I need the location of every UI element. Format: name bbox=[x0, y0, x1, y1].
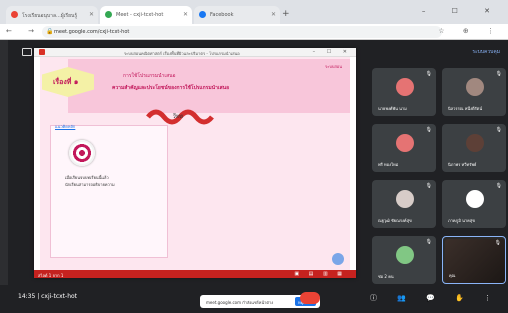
participant-tile[interactable]: 🎙 ภาคภูมิ นาคสุข bbox=[442, 180, 506, 228]
avatar bbox=[396, 190, 414, 208]
hang-up-button[interactable] bbox=[300, 292, 320, 304]
slide-next-button[interactable] bbox=[332, 253, 344, 265]
mic-off-icon: 🎙 bbox=[495, 183, 502, 189]
browser-tab-2[interactable]: Meet - cxji-tcxt-hot ✕ bbox=[100, 6, 192, 24]
participant-tile[interactable]: 🎙 นิลวรรณ หนึ่งดีรัตน์ bbox=[442, 68, 506, 116]
card-line: เมื่อเรียนจบบทเรียนนี้แล้ว bbox=[65, 175, 109, 180]
participant-tile[interactable]: 🎙 ณฐวุฒิ ชัยณรงค์สุข bbox=[372, 180, 436, 228]
mic-off-icon: 🎙 bbox=[425, 127, 432, 133]
mic-off-icon: 🎙 bbox=[495, 127, 502, 133]
meet-control-bar: 14:35 | cxji-tcxt-hot meet.google.com กำ… bbox=[0, 285, 508, 313]
presentation-titlebar: ระบบสอนคณิตศาสตร์ เรื่องพื้นที่ผิวและปริ… bbox=[34, 48, 356, 57]
participant-name: ช่อ 2 คน bbox=[378, 274, 394, 279]
browser-toolbar: ← → ↻ 🔒 meet.google.com/cxji-tcxt-hot ☆ … bbox=[0, 24, 508, 40]
participant-name: นิภาพร ทวีทรัพย์ bbox=[448, 162, 477, 167]
tab-label: Meet - cxji-tcxt-hot bbox=[116, 12, 164, 18]
shared-presentation-window: ระบบสอนคณิตศาสตร์ เรื่องพื้นที่ผิวและปริ… bbox=[34, 48, 356, 278]
slide-subheading: ความสำคัญและประโยชน์ของการใช้โปรแกรมนำเส… bbox=[112, 85, 230, 91]
participant-name: นายพงศ์พัน นาม bbox=[378, 106, 407, 111]
mic-off-icon: 🎙 bbox=[425, 239, 432, 245]
tab-favicon-icon bbox=[11, 11, 18, 18]
participant-name: นิลวรรณ หนึ่งดีรัตน์ bbox=[448, 106, 483, 111]
slide-canvas: เรื่องที่ ๑ การใช้โปรแกรมนำเสนอ ความสำคั… bbox=[40, 57, 350, 271]
participant-name: ภาคภูมิ นาคสุข bbox=[448, 218, 475, 223]
tab-label: โรงเรียนอนุบาล...ผู้เรียนรู้ bbox=[22, 13, 78, 19]
participant-tile[interactable]: 🎙 ช่อ 2 คน bbox=[372, 236, 436, 284]
slide-brand: ระบบสอน bbox=[325, 64, 342, 69]
avatar bbox=[396, 246, 414, 264]
slide-status: สไลด์ 1 จาก 1 bbox=[38, 273, 64, 278]
avatar bbox=[396, 134, 414, 152]
tab-label: Facebook bbox=[210, 12, 234, 18]
card-line: นักเรียนสามารถอธิบายความ bbox=[65, 182, 115, 187]
participant-name: ณฐวุฒิ ชัยณรงค์สุข bbox=[378, 218, 412, 223]
card-header: แนวคิดหลัก bbox=[55, 124, 76, 129]
meet-favicon-icon bbox=[105, 11, 112, 18]
close-icon[interactable]: ✕ bbox=[89, 11, 94, 18]
meeting-side-icons[interactable]: ⓘ 👥 💬 ✋ ⋮ bbox=[370, 293, 500, 303]
facebook-favicon-icon bbox=[199, 11, 206, 18]
meeting-info: 14:35 | cxji-tcxt-hot bbox=[18, 293, 78, 300]
meeting-control-link[interactable]: ระบบควบคุม bbox=[472, 48, 500, 56]
presentation-window-controls[interactable]: – ☐ ✕ bbox=[313, 49, 352, 55]
app-logo-icon bbox=[39, 49, 45, 55]
browser-tab-1[interactable]: โรงเรียนอนุบาล...ผู้เรียนรู้ ✕ bbox=[6, 6, 98, 24]
objective-card: แนวคิดหลัก เมื่อเรียนจบบทเรียนนี้แล้ว นั… bbox=[50, 124, 168, 258]
browser-tabbar: โรงเรียนอนุบาล...ผู้เรียนรู้ ✕ Meet - cx… bbox=[0, 0, 508, 24]
participant-name: คุณ bbox=[449, 273, 456, 278]
view-mode-icons[interactable]: ▣ ▤ ▥ ▦ bbox=[294, 271, 346, 277]
target-icon bbox=[69, 140, 95, 166]
participant-tile[interactable]: 🎙 นิภาพร ทวีทรัพย์ bbox=[442, 124, 506, 172]
new-tab-button[interactable]: + bbox=[282, 9, 290, 19]
presentation-window-title: ระบบสอนคณิตศาสตร์ เรื่องพื้นที่ผิวและปริ… bbox=[124, 51, 240, 56]
toolbar-icons[interactable]: ☆ ⊕ ⋮ bbox=[438, 27, 502, 35]
lock-icon: 🔒 bbox=[46, 28, 54, 35]
avatar bbox=[396, 78, 414, 96]
close-icon[interactable]: ✕ bbox=[271, 11, 276, 18]
presentation-statusbar: สไลด์ 1 จาก 1 ▣ ▤ ▥ ▦ bbox=[34, 270, 356, 278]
address-bar[interactable]: 🔒 meet.google.com/cxji-tcxt-hot bbox=[42, 26, 442, 38]
mic-off-icon: 🎙 bbox=[495, 71, 502, 77]
window-controls[interactable]: – ☐ ✕ bbox=[422, 7, 502, 15]
avatar bbox=[466, 134, 484, 152]
url-text: meet.google.com/cxji-tcxt-hot bbox=[54, 29, 130, 35]
present-icon[interactable] bbox=[22, 48, 32, 56]
ribbon-word: วิทย bbox=[172, 113, 183, 120]
mic-icon: 🎙 bbox=[494, 240, 501, 246]
close-icon[interactable]: ✕ bbox=[183, 11, 188, 18]
mic-off-icon: 🎙 bbox=[425, 71, 432, 77]
participant-tile[interactable]: 🎙 นายพงศ์พัน นาม bbox=[372, 68, 436, 116]
avatar bbox=[466, 190, 484, 208]
browser-tab-3[interactable]: Facebook ✕ bbox=[194, 6, 280, 24]
app-frame: โรงเรียนอนุบาล...ผู้เรียนรู้ ✕ Meet - cx… bbox=[0, 0, 508, 313]
left-edge-strip bbox=[0, 40, 8, 290]
slide-heading: การใช้โปรแกรมนำเสนอ bbox=[123, 73, 176, 79]
avatar bbox=[466, 78, 484, 96]
mic-off-icon: 🎙 bbox=[425, 183, 432, 189]
self-video-tile[interactable]: 🎙 คุณ bbox=[442, 236, 506, 284]
participant-name: พรี ทองใหม่ bbox=[378, 162, 399, 167]
participant-tile[interactable]: 🎙 พรี ทองใหม่ bbox=[372, 124, 436, 172]
sharing-notice-text: meet.google.com กำลังแชร์หน้าต่าง bbox=[206, 300, 274, 305]
